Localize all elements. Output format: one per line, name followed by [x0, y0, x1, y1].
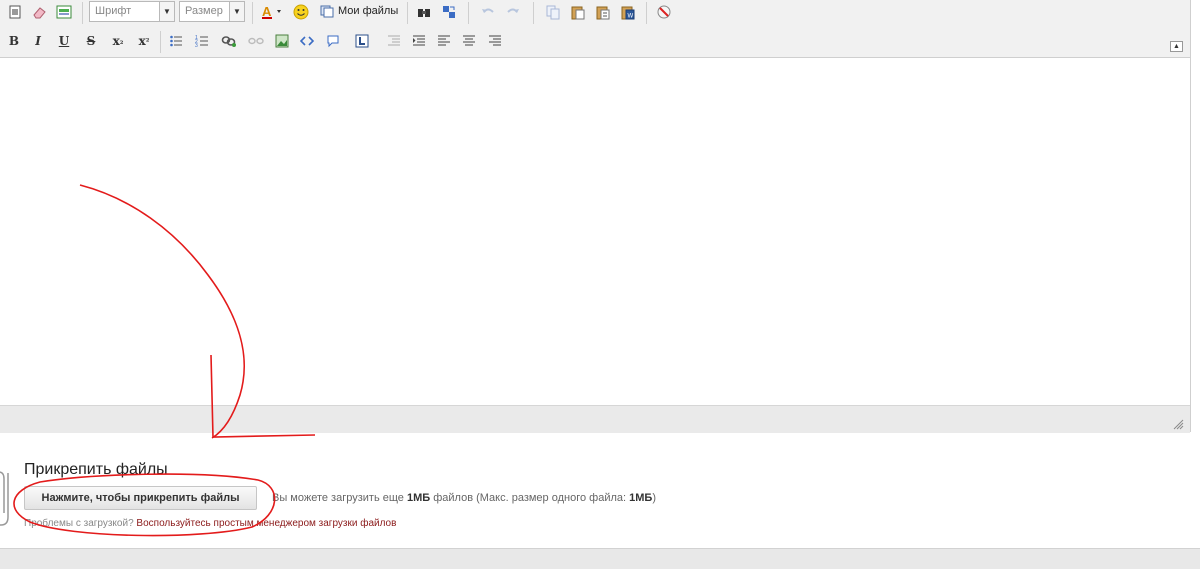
attach-info-prefix: Вы можете загрузить еще	[272, 492, 404, 504]
align-left-icon[interactable]	[434, 31, 454, 51]
toolbar-separator	[646, 2, 647, 24]
attach-info-max: 1МБ	[629, 492, 653, 504]
font-combo[interactable]: Шрифт ▼	[89, 1, 175, 22]
simple-uploader-link[interactable]: Воспользуйтесь простым менеджером загруз…	[136, 518, 396, 529]
editor-toolbar-top: Шрифт ▼ Размер ▼ A Мои файлы W	[0, 0, 1190, 27]
find-icon[interactable]	[414, 2, 434, 22]
italic-button[interactable]: I	[28, 31, 48, 51]
rich-text-editor: Шрифт ▼ Размер ▼ A Мои файлы W B I U S x…	[0, 0, 1191, 433]
toolbar-separator	[82, 2, 83, 24]
superscript-base: x	[138, 34, 146, 48]
subscript-base: x	[112, 34, 120, 48]
spellcheck-icon[interactable]	[654, 2, 674, 22]
copy-icon[interactable]	[543, 2, 563, 22]
attach-files-title: Прикрепить файлы	[24, 461, 168, 478]
attach-info-limit: 1МБ	[406, 492, 431, 504]
attach-files-button[interactable]: Нажмите, чтобы прикрепить файлы	[24, 486, 257, 510]
underline-button[interactable]: U	[54, 31, 74, 51]
align-center-icon[interactable]	[459, 31, 479, 51]
my-files-icon	[320, 5, 334, 18]
svg-text:W: W	[628, 14, 634, 20]
toolbar-separator	[533, 2, 534, 24]
bullet-list-icon[interactable]	[166, 31, 186, 51]
redo-icon[interactable]	[503, 2, 523, 22]
chevron-down-icon: ▼	[159, 2, 174, 21]
superscript-mark: ²	[145, 36, 150, 46]
template-icon[interactable]	[54, 2, 74, 22]
image-icon[interactable]	[272, 31, 292, 51]
attach-limit-info: Вы можете загрузить еще 1МБ файлов (Макс…	[272, 492, 656, 504]
svg-text:A: A	[262, 4, 272, 19]
svg-text:3: 3	[195, 43, 198, 48]
editor-content-area[interactable]	[0, 58, 1190, 405]
my-files-label: Мои файлы	[338, 5, 399, 17]
upload-problems-text: Проблемы с загрузкой?	[24, 518, 134, 529]
toolbar-separator	[160, 31, 161, 53]
my-files-button[interactable]: Мои файлы	[320, 4, 398, 18]
size-combo[interactable]: Размер ▼	[179, 1, 245, 22]
size-combo-label: Размер	[185, 5, 223, 17]
align-right-icon[interactable]	[485, 31, 505, 51]
text-color-icon[interactable]: A	[260, 2, 286, 22]
editor-toolbar-format: B I U S x₂ x² 123	[0, 27, 1190, 58]
link-icon[interactable]	[219, 31, 239, 51]
superscript-button[interactable]: x²	[134, 31, 154, 51]
attach-info-middle: файлов (Макс. размер одного файла:	[433, 492, 627, 504]
source-icon[interactable]	[5, 2, 25, 22]
editor-statusbar	[0, 405, 1190, 433]
quote-icon[interactable]	[323, 31, 343, 51]
paste-icon[interactable]	[568, 2, 588, 22]
attach-info-suffix: )	[652, 492, 656, 504]
toolbar-separator	[468, 2, 469, 24]
font-combo-label: Шрифт	[95, 5, 132, 17]
toolbar-separator	[407, 2, 408, 24]
numbered-list-icon[interactable]: 123	[192, 31, 212, 51]
collapse-toolbar-button[interactable]: ▲	[1170, 41, 1183, 52]
strikethrough-button[interactable]: S	[81, 31, 101, 51]
outdent-icon[interactable]	[384, 31, 404, 51]
toolbar-separator	[252, 2, 253, 24]
resize-grip-icon[interactable]	[1173, 419, 1184, 430]
chevron-down-icon: ▼	[229, 2, 244, 21]
paste-text-icon[interactable]	[593, 2, 613, 22]
indent-icon[interactable]	[409, 31, 429, 51]
code-icon[interactable]	[297, 31, 317, 51]
unlink-icon[interactable]	[246, 31, 266, 51]
paperclip-icon	[0, 471, 9, 526]
bold-button[interactable]: B	[4, 31, 24, 51]
page-footer-bar	[0, 548, 1200, 569]
subscript-button[interactable]: x₂	[108, 31, 128, 51]
paste-word-icon[interactable]: W	[618, 2, 638, 22]
undo-icon[interactable]	[478, 2, 498, 22]
subscript-mark: ₂	[119, 36, 124, 46]
spoiler-icon[interactable]	[352, 31, 372, 51]
eraser-icon[interactable]	[29, 2, 49, 22]
smiley-icon[interactable]	[291, 2, 311, 22]
upload-problems: Проблемы с загрузкой? Воспользуйтесь про…	[24, 518, 396, 529]
replace-icon[interactable]	[439, 2, 459, 22]
